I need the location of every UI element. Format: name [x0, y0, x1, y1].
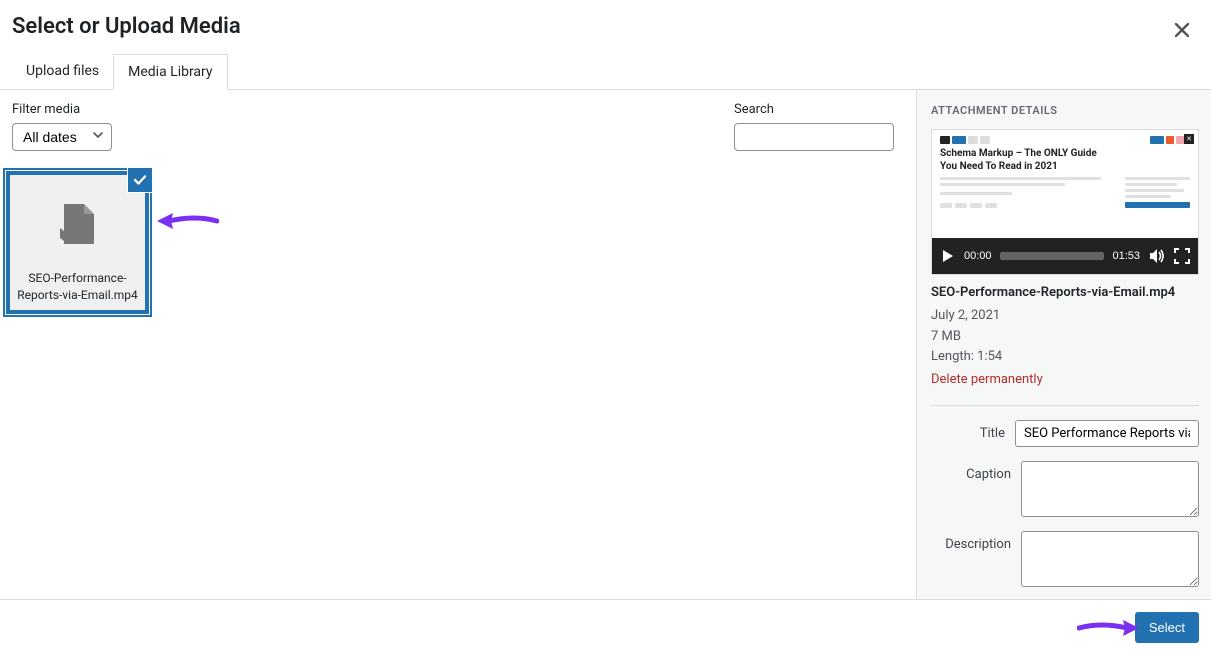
field-title-row: Title [931, 420, 1199, 447]
close-button[interactable] [1169, 16, 1195, 44]
meta-length: Length: 1:54 [931, 347, 1199, 368]
attachment-details-panel: ATTACHMENT DETAILS ✕ Schema Markup – [917, 90, 1211, 599]
field-caption-row: Caption [931, 461, 1199, 517]
video-preview: ✕ Schema Markup – The ONLY Guide You Nee… [931, 129, 1199, 275]
tabs: Upload files Media Library [0, 54, 1211, 90]
meta-date: July 2, 2021 [931, 306, 1199, 327]
preview-topbar [940, 136, 1190, 144]
select-button[interactable]: Select [1135, 612, 1199, 643]
description-textarea[interactable] [1021, 531, 1199, 587]
check-icon [133, 173, 147, 187]
media-item-filename: SEO-Performance-Reports-via-Email.mp4 [10, 267, 145, 310]
date-filter-select[interactable]: All dates [12, 123, 112, 151]
media-modal: Select or Upload Media Upload files Medi… [0, 0, 1211, 655]
field-description-row: Description [931, 531, 1199, 587]
preview-close-icon: ✕ [1184, 134, 1194, 144]
seek-bar[interactable] [1000, 252, 1105, 260]
media-browser: Filter media All dates Search [0, 90, 917, 599]
fullscreen-icon [1174, 248, 1190, 264]
preview-title-text: Schema Markup – The ONLY Guide You Need … [940, 148, 1105, 173]
tab-upload-files[interactable]: Upload files [12, 54, 113, 89]
close-icon [1175, 23, 1189, 37]
title-label: Title [931, 420, 1005, 441]
volume-button[interactable] [1148, 247, 1166, 265]
attachment-meta: SEO-Performance-Reports-via-Email.mp4 Ju… [931, 283, 1199, 391]
tab-media-library[interactable]: Media Library [113, 54, 227, 90]
total-duration: 01:53 [1112, 250, 1140, 262]
search-group: Search [734, 102, 894, 151]
media-item-selected[interactable]: SEO-Performance-Reports-via-Email.mp4 [6, 171, 149, 314]
current-time: 00:00 [964, 250, 992, 262]
media-grid: SEO-Performance-Reports-via-Email.mp4 [0, 157, 916, 328]
filter-media-label: Filter media [12, 102, 112, 117]
annotation-arrow-thumbnail [155, 207, 219, 239]
meta-filename: SEO-Performance-Reports-via-Email.mp4 [931, 283, 1199, 304]
caption-textarea[interactable] [1021, 461, 1199, 517]
search-input[interactable] [734, 123, 894, 151]
selection-checkmark[interactable] [128, 168, 152, 192]
meta-size: 7 MB [931, 327, 1199, 348]
filter-group: Filter media All dates [12, 102, 112, 151]
video-preview-frame: ✕ Schema Markup – The ONLY Guide You Nee… [932, 130, 1198, 238]
divider [931, 405, 1199, 406]
video-player-controls: 00:00 01:53 [932, 238, 1198, 274]
annotation-arrow-select [1077, 614, 1141, 646]
attachment-details-heading: ATTACHMENT DETAILS [931, 104, 1199, 117]
play-icon [940, 248, 956, 264]
search-label: Search [734, 102, 894, 117]
fullscreen-button[interactable] [1174, 248, 1190, 264]
content-area: Filter media All dates Search [0, 90, 1211, 599]
modal-footer: Select [0, 599, 1211, 655]
modal-title: Select or Upload Media [12, 14, 241, 40]
media-toolbar: Filter media All dates Search [0, 90, 916, 157]
volume-icon [1148, 247, 1166, 265]
video-file-icon [54, 175, 102, 267]
date-filter-wrap: All dates [12, 123, 112, 151]
caption-label: Caption [931, 461, 1011, 482]
modal-header: Select or Upload Media [0, 0, 1211, 54]
play-button[interactable] [940, 248, 956, 264]
description-label: Description [931, 531, 1011, 552]
delete-permanently-link[interactable]: Delete permanently [931, 370, 1043, 391]
title-input[interactable] [1015, 420, 1199, 447]
